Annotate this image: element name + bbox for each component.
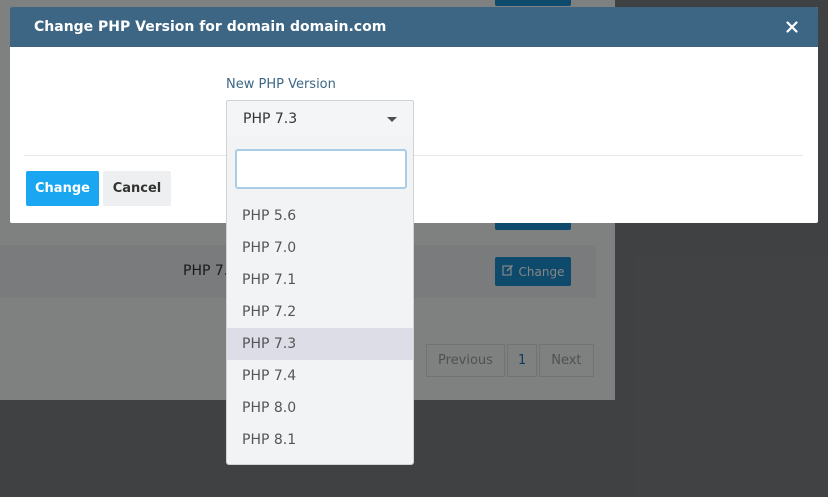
php-version-selected-value: PHP 7.3 (243, 111, 298, 127)
php-version-label: New PHP Version (226, 77, 336, 92)
dropdown-option-php-7-0[interactable]: PHP 7.0 (227, 232, 413, 264)
php-version-select[interactable]: PHP 7.3 (226, 100, 414, 138)
dropdown-option-php-8-1[interactable]: PHP 8.1 (227, 424, 413, 456)
dropdown-option-php-7-2[interactable]: PHP 7.2 (227, 296, 413, 328)
cancel-button[interactable]: Cancel (103, 171, 171, 206)
modal-header: Change PHP Version for domain domain.com (10, 7, 818, 47)
dropdown-options-list: PHP 5.6 PHP 7.0 PHP 7.1 PHP 7.2 PHP 7.3 … (227, 200, 413, 456)
dropdown-option-php-7-4[interactable]: PHP 7.4 (227, 360, 413, 392)
modal-title: Change PHP Version for domain domain.com (34, 19, 387, 35)
dropdown-search-input[interactable] (235, 149, 407, 189)
close-icon[interactable] (784, 19, 800, 35)
change-php-version-modal: Change PHP Version for domain domain.com… (10, 7, 818, 223)
dropdown-option-php-5-6[interactable]: PHP 5.6 (227, 200, 413, 232)
dropdown-option-php-7-3[interactable]: PHP 7.3 (227, 328, 413, 360)
chevron-down-icon (387, 116, 397, 122)
php-version-dropdown: PHP 5.6 PHP 7.0 PHP 7.1 PHP 7.2 PHP 7.3 … (226, 137, 414, 465)
change-button[interactable]: Change (26, 171, 99, 206)
dropdown-option-php-7-1[interactable]: PHP 7.1 (227, 264, 413, 296)
dropdown-option-php-8-0[interactable]: PHP 8.0 (227, 392, 413, 424)
